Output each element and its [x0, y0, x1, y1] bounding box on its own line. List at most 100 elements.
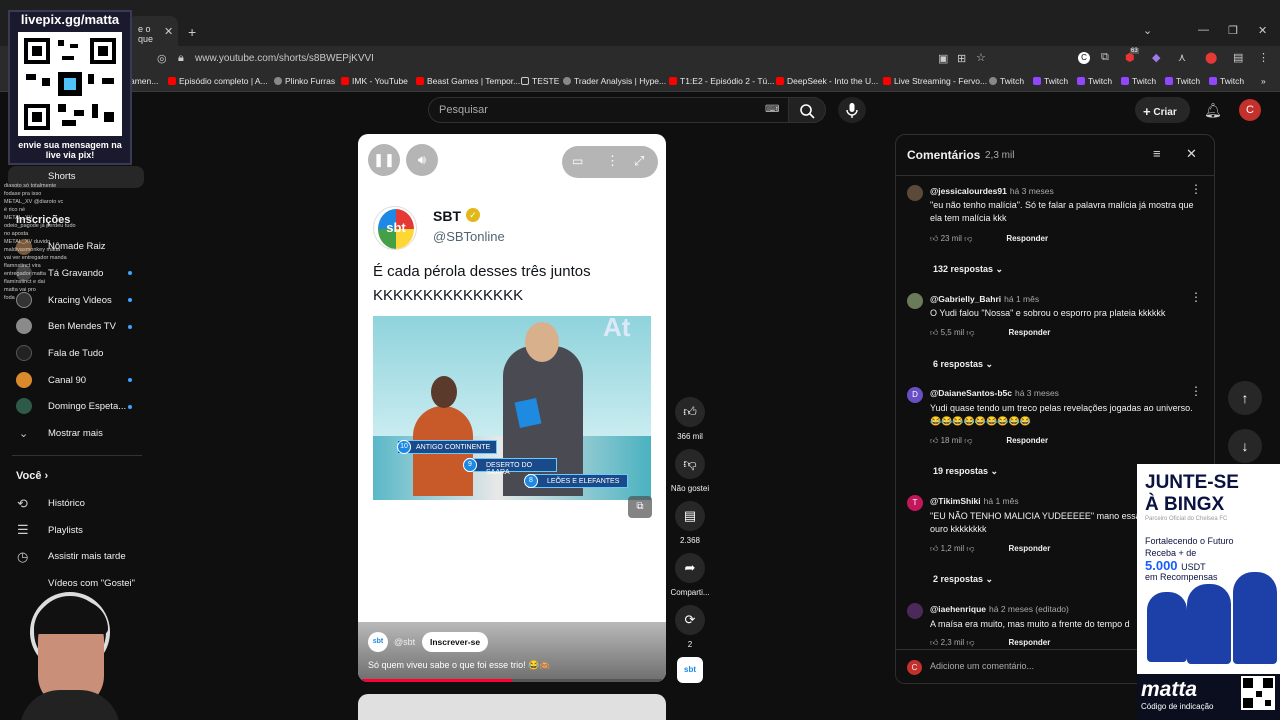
extension-puzzle-icon[interactable]: ⧉	[1101, 51, 1109, 64]
view-replies-button[interactable]: 6 respostas ⌄	[933, 359, 993, 370]
search-input[interactable]: Pesquisar	[428, 97, 790, 123]
restore-icon[interactable]: ❐	[1228, 24, 1238, 37]
bookmark-item[interactable]: Twitch	[1209, 76, 1244, 86]
view-replies-button[interactable]: 2 respostas ⌄	[933, 574, 993, 585]
extension-off-icon[interactable]: ▤	[1233, 51, 1243, 64]
reply-button[interactable]: Responder	[1006, 234, 1048, 243]
commenter-avatar[interactable]	[907, 603, 923, 619]
voice-search-button[interactable]	[838, 97, 866, 123]
next-short-button[interactable]: ↓	[1228, 429, 1262, 463]
progress-track[interactable]	[362, 679, 662, 682]
comment-author[interactable]: @DaianeSantos-b5c há 3 meses	[930, 388, 1059, 398]
bookmark-item[interactable]: Episódio completo | A...	[168, 76, 268, 86]
reply-button[interactable]: Responder	[1009, 544, 1051, 553]
you-header[interactable]: Você ›	[16, 470, 48, 482]
extension-c-icon[interactable]: C	[1078, 52, 1090, 64]
short-player[interactable]: ❚❚ 🔊︎ ▭ ⋮ ⤢ sbt SBT ✓ @SBTonline É cada …	[358, 134, 666, 682]
channel-handle[interactable]: @sbt	[394, 637, 415, 647]
extension-purple-icon[interactable]: ◆	[1152, 51, 1160, 64]
bookmark-item[interactable]: Plinko Furras	[274, 76, 335, 86]
account-avatar[interactable]: C	[1239, 99, 1261, 121]
commenter-avatar[interactable]: T	[907, 495, 923, 511]
sidebar-item-channel[interactable]: Canal 90	[48, 375, 86, 386]
bookmarks-overflow-icon[interactable]: »	[1261, 76, 1266, 86]
thumbs-up-icon[interactable]: 👍︎	[930, 234, 938, 243]
adblock-icon[interactable]: ⬤	[1205, 51, 1217, 64]
sound-source-thumbnail[interactable]: sbt	[677, 657, 703, 683]
commenter-avatar[interactable]	[907, 293, 923, 309]
close-icon[interactable]: ✕	[1186, 146, 1197, 162]
comment-author[interactable]: @Gabrielly_Bahri há 1 mês	[930, 294, 1039, 304]
thumbs-up-icon[interactable]: 👍︎	[930, 328, 938, 337]
sidebar-item-channel[interactable]: Fala de Tudo	[48, 348, 103, 359]
short-title[interactable]: Só quem viveu sabe o que foi esse trio! …	[368, 660, 551, 671]
bookmark-item[interactable]: Live Streaming - Fervo...	[883, 76, 987, 86]
reply-button[interactable]: Responder	[1009, 328, 1051, 337]
like-button[interactable]: 👍︎	[675, 397, 705, 427]
search-button[interactable]	[788, 97, 826, 123]
thumbs-up-icon[interactable]: 👍︎	[930, 436, 938, 445]
previous-short-button[interactable]: ↑	[1228, 381, 1262, 415]
close-window-icon[interactable]: ✕	[1258, 24, 1267, 37]
thumbs-down-icon[interactable]: 👎︎	[966, 328, 974, 337]
share-button[interactable]: ➦	[675, 553, 705, 583]
new-tab-button[interactable]: +	[188, 24, 196, 40]
sidebar-item-channel[interactable]: Ben Mendes TV	[48, 321, 116, 332]
volume-button[interactable]: 🔊︎	[406, 144, 438, 176]
commenter-avatar[interactable]: D	[907, 387, 923, 403]
thumbs-up-icon[interactable]: 👍︎	[930, 638, 938, 647]
sidebar-item-history[interactable]: Histórico	[48, 498, 85, 509]
comment-author[interactable]: @TikimShiki há 1 mês	[930, 496, 1019, 506]
keyboard-icon[interactable]: ⌨	[765, 104, 779, 115]
bookmark-star-icon[interactable]: ☆	[976, 51, 986, 64]
bookmark-item[interactable]: amen...	[130, 76, 158, 86]
comment-author[interactable]: @jessicalourdes91 há 3 meses	[930, 186, 1054, 196]
bookmark-item[interactable]: Twitch	[1165, 76, 1200, 86]
minimize-icon[interactable]: —	[1198, 24, 1209, 36]
view-replies-button[interactable]: 132 respostas ⌄	[933, 264, 1003, 275]
bookmark-item[interactable]: Twitch	[989, 76, 1024, 86]
add-comment-input[interactable]: Adicione um comentário...	[930, 661, 1034, 671]
bookmark-item[interactable]: IMK - YouTube	[341, 76, 408, 86]
sidebar-item-playlists[interactable]: Playlists	[48, 525, 83, 536]
comment-menu-icon[interactable]: ⋮	[1190, 182, 1202, 196]
comments-button[interactable]: ▤	[675, 501, 705, 531]
create-button[interactable]: + Criar	[1135, 97, 1190, 123]
extension-a-icon[interactable]: ⋏	[1178, 51, 1186, 64]
thumbs-down-icon[interactable]: 👎︎	[966, 638, 974, 647]
reply-button[interactable]: Responder	[1009, 638, 1051, 647]
site-info-icon[interactable]: ◎	[157, 52, 167, 65]
remix-button[interactable]: ⟳	[675, 605, 705, 635]
sidebar-item-watch-later[interactable]: Assistir mais tarde	[48, 551, 126, 562]
captions-icon[interactable]: ▭	[572, 154, 583, 168]
browser-menu-icon[interactable]: ⋮	[1258, 51, 1269, 64]
bookmark-item[interactable]: Twitch	[1121, 76, 1156, 86]
notifications-bell-icon[interactable]: 🔔︎	[1204, 102, 1222, 119]
bookmark-item[interactable]: TESTE	[521, 76, 559, 86]
next-short-preview[interactable]	[358, 694, 666, 720]
thumbs-up-icon[interactable]: 👍︎	[930, 544, 938, 553]
thumbs-down-icon[interactable]: 👎︎	[966, 544, 974, 553]
bookmark-item[interactable]: DeepSeek - Into the U...	[776, 76, 878, 86]
tab-search-icon[interactable]: ⌄	[1143, 24, 1152, 37]
bookmark-item[interactable]: Twitch	[1033, 76, 1068, 86]
bookmark-item[interactable]: T1:E2 - Episódio 2 - Tú...	[669, 76, 774, 86]
commenter-avatar[interactable]	[907, 185, 923, 201]
fullscreen-icon[interactable]: ⤢	[634, 153, 644, 169]
show-more-button[interactable]: Mostrar mais	[48, 428, 103, 439]
sidebar-item-channel[interactable]: Domingo Espeta...	[48, 401, 126, 412]
channel-avatar[interactable]: sbt	[368, 632, 388, 652]
bookmark-item[interactable]: Beast Games | Tempor...	[416, 76, 520, 86]
thumbs-down-icon[interactable]: 👎︎	[964, 436, 972, 445]
comment-menu-icon[interactable]: ⋮	[1190, 290, 1202, 304]
view-replies-button[interactable]: 19 respostas ⌄	[933, 466, 998, 477]
comment-menu-icon[interactable]: ⋮	[1190, 384, 1202, 398]
reply-button[interactable]: Responder	[1006, 436, 1048, 445]
more-options-icon[interactable]: ⋮	[606, 153, 619, 169]
install-icon[interactable]: ⊞	[957, 52, 966, 65]
sort-icon[interactable]: ≡	[1153, 146, 1161, 161]
thumbs-down-icon[interactable]: 👎︎	[964, 234, 972, 243]
tab-close-icon[interactable]: ✕	[164, 25, 173, 38]
url-text[interactable]: www.youtube.com/shorts/s8BWEPjKVVI	[195, 53, 374, 64]
comment-author[interactable]: @iaehenrique há 2 meses (editado)	[930, 604, 1069, 614]
